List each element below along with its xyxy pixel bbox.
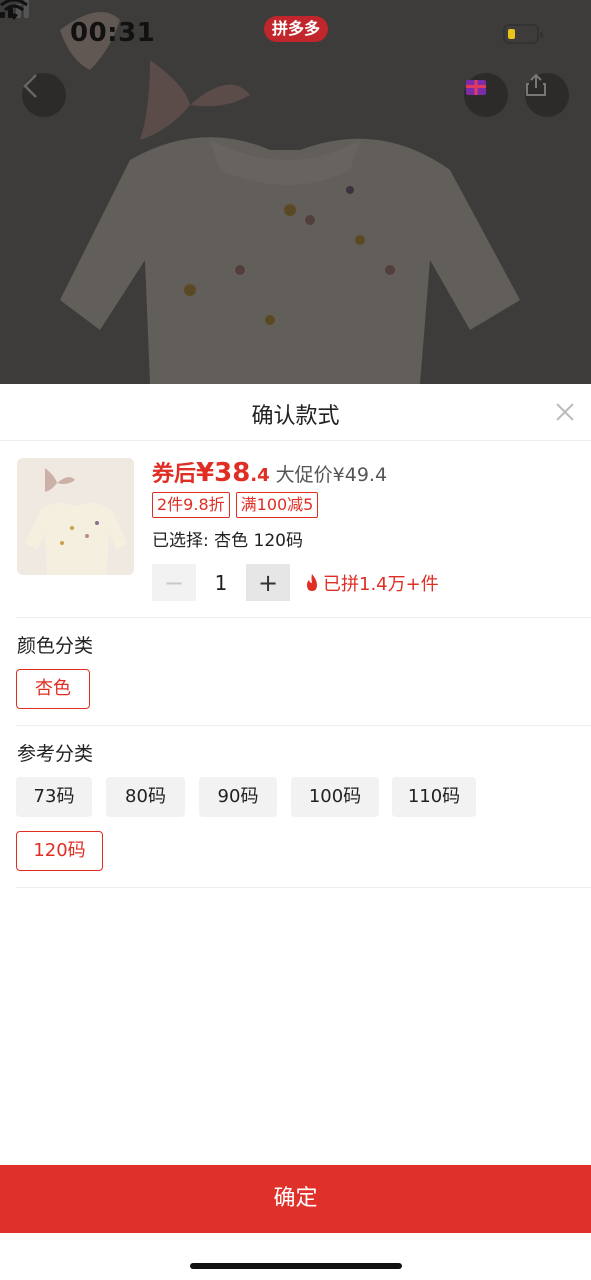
promo-price: 大促价¥49.4	[275, 464, 388, 486]
coupon-price-decimal: .4	[250, 465, 270, 486]
home-indicator	[190, 1263, 402, 1269]
price-row: 券后¥38.4 大促价¥49.4	[152, 456, 387, 488]
increase-quantity-button[interactable]: +	[246, 564, 290, 601]
promo-tag: 2件9.8折	[152, 492, 230, 518]
share-icon	[526, 73, 546, 96]
gift-button[interactable]	[464, 73, 508, 117]
status-bar: 00:31 拼多多	[0, 0, 591, 70]
wifi-icon	[0, 0, 28, 20]
quantity-stepper: − 1 +	[152, 564, 290, 601]
size-option-110[interactable]: 110码	[392, 777, 476, 817]
sold-count-text: 已拼1.4万+件	[323, 574, 439, 595]
style-selection-sheet: 确认款式 券后¥38.4 大促价¥49.4 2件9.8折 满100减5 已选择: …	[0, 384, 591, 1280]
chevron-left-icon	[23, 74, 37, 98]
fire-icon	[307, 574, 317, 591]
coupon-price: ¥38	[196, 458, 251, 488]
app-badge: 拼多多	[264, 16, 329, 42]
size-section-label: 参考分类	[17, 743, 94, 765]
size-option-100[interactable]: 100码	[291, 777, 379, 817]
color-option-apricot[interactable]: 杏色	[16, 669, 90, 709]
share-button[interactable]	[525, 73, 569, 117]
quantity-value[interactable]: 1	[196, 571, 246, 595]
selected-variant-text: 已选择: 杏色 120码	[152, 531, 303, 551]
coupon-price-prefix: 券后	[152, 462, 197, 487]
sheet-header: 确认款式	[0, 384, 591, 441]
size-option-80[interactable]: 80码	[106, 777, 185, 817]
sweater-thumbnail-image	[17, 458, 134, 575]
color-section-label: 颜色分类	[17, 635, 94, 657]
battery-icon	[503, 24, 543, 44]
status-time: 00:31	[70, 18, 156, 48]
gift-icon	[466, 80, 486, 95]
confirm-button[interactable]: 确定	[0, 1165, 591, 1233]
promo-tags: 2件9.8折 满100减5	[152, 492, 319, 518]
sheet-title: 确认款式	[251, 404, 340, 429]
decrease-quantity-button[interactable]: −	[152, 564, 196, 601]
divider	[16, 617, 591, 618]
product-thumbnail[interactable]	[17, 458, 134, 575]
divider	[16, 725, 591, 726]
back-button[interactable]	[22, 73, 66, 117]
close-icon[interactable]	[553, 400, 577, 424]
size-option-73[interactable]: 73码	[16, 777, 92, 817]
promo-tag: 满100减5	[235, 492, 319, 518]
size-option-120[interactable]: 120码	[16, 831, 103, 871]
sold-count: 已拼1.4万+件	[305, 570, 439, 596]
divider	[16, 887, 591, 888]
product-photo-background: 00:31 拼多多	[0, 0, 591, 384]
size-option-90[interactable]: 90码	[199, 777, 277, 817]
